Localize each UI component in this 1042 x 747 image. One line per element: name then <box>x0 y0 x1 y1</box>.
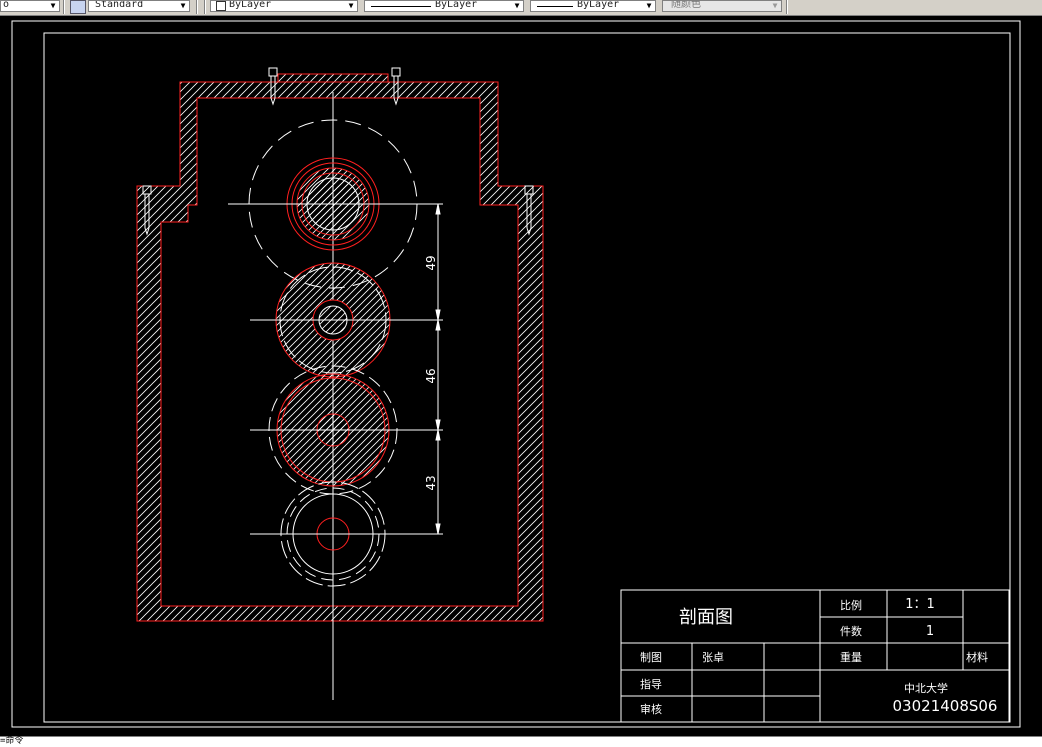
review-label: 审核 <box>640 702 662 716</box>
text-style-value: Standard <box>95 0 144 10</box>
lineweight-sample-icon <box>537 6 573 7</box>
lineweight-combo[interactable]: ByLayer ▼ <box>530 0 656 12</box>
scale-value: 1：1 <box>905 597 935 612</box>
chevron-down-icon[interactable]: ▼ <box>47 1 59 11</box>
weight-label: 重量 <box>840 650 862 664</box>
plot-style-value: 随颜色 <box>671 0 701 10</box>
dimension-49: 49 <box>424 255 438 270</box>
drawn-by-value: 张卓 <box>702 651 724 664</box>
chevron-down-icon[interactable]: ▼ <box>769 1 781 11</box>
toolbar-separator <box>63 0 65 14</box>
quantity-label: 件数 <box>840 625 862 638</box>
housing-cover-plate <box>277 73 389 83</box>
quantity-value: 1 <box>926 624 934 639</box>
drawn-label: 制图 <box>640 651 662 664</box>
color-combo[interactable]: ByLayer ▼ <box>210 0 358 12</box>
command-line[interactable]: =命令 <box>0 736 1042 747</box>
linetype-combo[interactable]: ByLayer ▼ <box>364 0 524 12</box>
drawing-number: 03021408S06 <box>893 697 998 715</box>
lineweight-value: ByLayer <box>577 0 620 10</box>
scale-label: 比例 <box>840 598 862 612</box>
command-prompt: =命令 <box>0 736 24 746</box>
drawing-title: 剖面图 <box>679 607 733 628</box>
properties-toolbar: o ▼ Standard ▼ ByLayer ▼ ByLayer ▼ ByLay… <box>0 0 1042 16</box>
chevron-down-icon[interactable]: ▼ <box>643 1 655 11</box>
text-style-icon[interactable] <box>70 0 86 14</box>
toolbar-separator <box>196 0 198 14</box>
dimension-43: 43 <box>424 475 438 490</box>
material-label: 材料 <box>966 650 988 664</box>
toolbar-separator <box>786 0 788 14</box>
linetype-value: ByLayer <box>435 0 478 10</box>
text-style-combo[interactable]: Standard ▼ <box>88 0 190 12</box>
chevron-down-icon[interactable]: ▼ <box>345 1 357 11</box>
chevron-down-icon[interactable]: ▼ <box>177 1 189 11</box>
color-swatch-icon <box>216 1 226 11</box>
previous-combo-value: o <box>3 0 10 10</box>
dimension-46: 46 <box>424 368 438 383</box>
linetype-sample-icon <box>371 6 431 7</box>
color-value: ByLayer <box>229 0 272 10</box>
chevron-down-icon[interactable]: ▼ <box>511 1 523 11</box>
drawing-canvas[interactable]: 49 46 43 剖面图 比例 1：1 件数 1 制图 张卓 重量 材料 指导 … <box>0 15 1042 736</box>
university-name: 中北大学 <box>904 681 948 695</box>
guide-label: 指导 <box>640 677 662 691</box>
toolbar-separator <box>204 0 206 14</box>
previous-combo[interactable]: o ▼ <box>0 0 60 12</box>
plot-style-combo[interactable]: 随颜色 ▼ <box>662 0 782 12</box>
